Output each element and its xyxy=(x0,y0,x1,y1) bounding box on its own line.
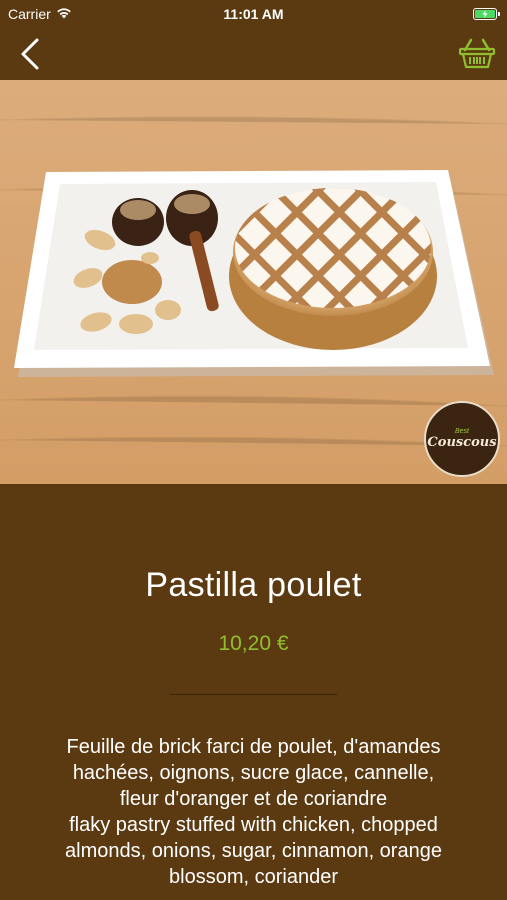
logo-main-text: Couscous xyxy=(427,435,497,450)
description-line: almonds, onions, sugar, cinnamon, orange xyxy=(65,840,442,862)
product-title: Pastilla poulet xyxy=(145,566,362,604)
cart-button[interactable] xyxy=(457,34,497,72)
shopping-basket-icon xyxy=(458,38,496,69)
product-description: Feuille de brick farci de poulet, d'aman… xyxy=(20,734,487,890)
description-line: Feuille de brick farci de poulet, d'aman… xyxy=(66,736,441,758)
description-line: blossom, coriander xyxy=(169,866,338,888)
product-price: 10,20 € xyxy=(218,632,289,655)
chevron-left-icon xyxy=(21,38,39,70)
battery-icon xyxy=(473,8,500,20)
navigation-bar xyxy=(0,28,507,80)
description-line: fleur d'oranger et de coriandre xyxy=(119,788,388,810)
back-button[interactable] xyxy=(12,36,48,72)
status-time: 11:01 AM xyxy=(223,6,284,22)
description-line: hachées, oignons, sucre glace, cannelle, xyxy=(72,762,435,784)
description-line: flaky pastry stuffed with chicken, chopp… xyxy=(69,814,438,836)
restaurant-logo: Best Couscous xyxy=(424,401,500,477)
status-bar: Carrier 11:01 AM xyxy=(0,0,507,28)
divider xyxy=(170,694,337,695)
